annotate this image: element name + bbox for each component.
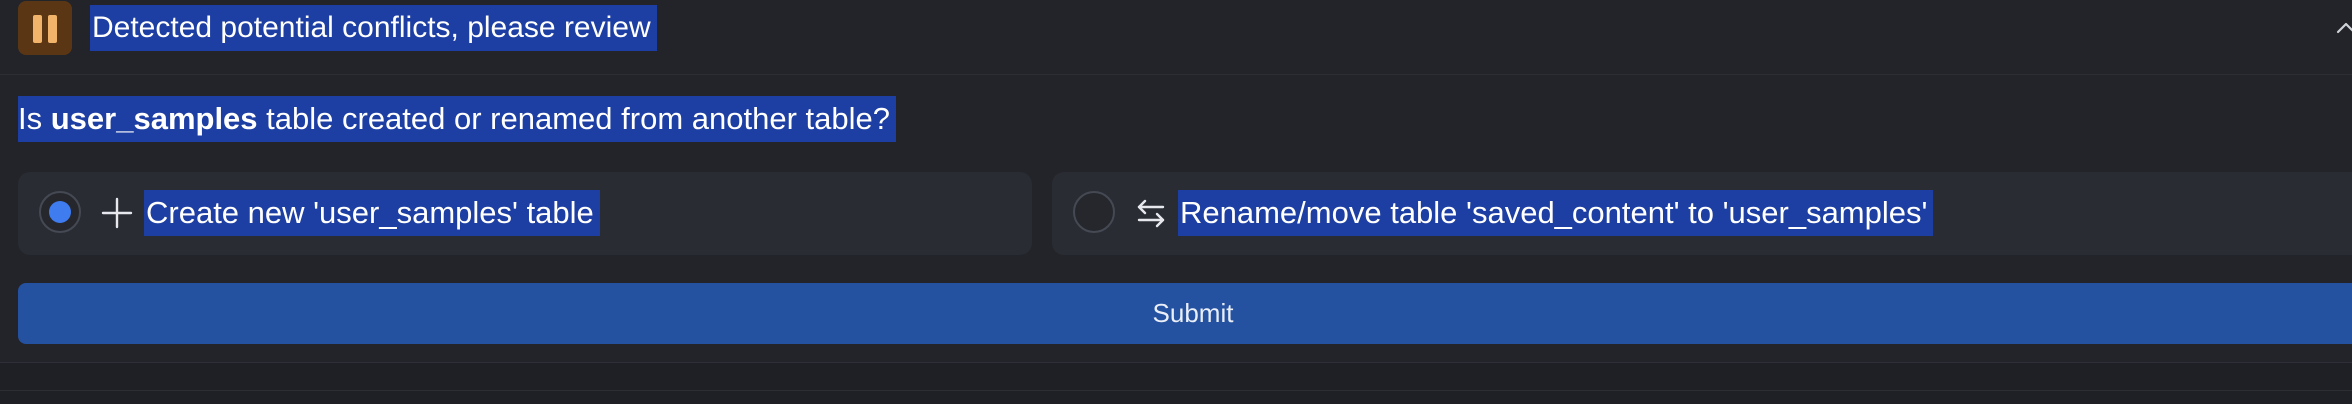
question-table-name: user_samples <box>50 101 258 136</box>
swap-arrows-icon <box>1137 199 1165 228</box>
option-rename-table[interactable]: Rename/move table 'saved_content' to 'us… <box>1052 172 2352 255</box>
conflict-question: Is user_samples table created or renamed… <box>18 96 896 142</box>
option-label: Create new 'user_samples' table <box>144 190 600 236</box>
option-create-table[interactable]: Create new 'user_samples' table <box>18 172 1032 255</box>
chevron-up-icon[interactable] <box>2336 18 2352 40</box>
question-prefix: Is <box>18 101 51 136</box>
option-label: Rename/move table 'saved_content' to 'us… <box>1178 190 1934 236</box>
conflict-review-panel: Detected potential conflicts, please rev… <box>0 0 2352 363</box>
panel-title: Detected potential conflicts, please rev… <box>90 5 657 51</box>
question-suffix: table created or renamed from another ta… <box>257 101 890 136</box>
create-table-radio[interactable] <box>39 191 81 233</box>
divider <box>0 390 2352 391</box>
submit-label: Submit <box>1152 298 1234 328</box>
rename-table-radio[interactable] <box>1073 191 1115 233</box>
plus-icon <box>101 197 133 229</box>
pause-icon <box>18 1 72 55</box>
panel-header: Detected potential conflicts, please rev… <box>0 0 2352 75</box>
submit-button[interactable]: Submit <box>18 283 2352 344</box>
